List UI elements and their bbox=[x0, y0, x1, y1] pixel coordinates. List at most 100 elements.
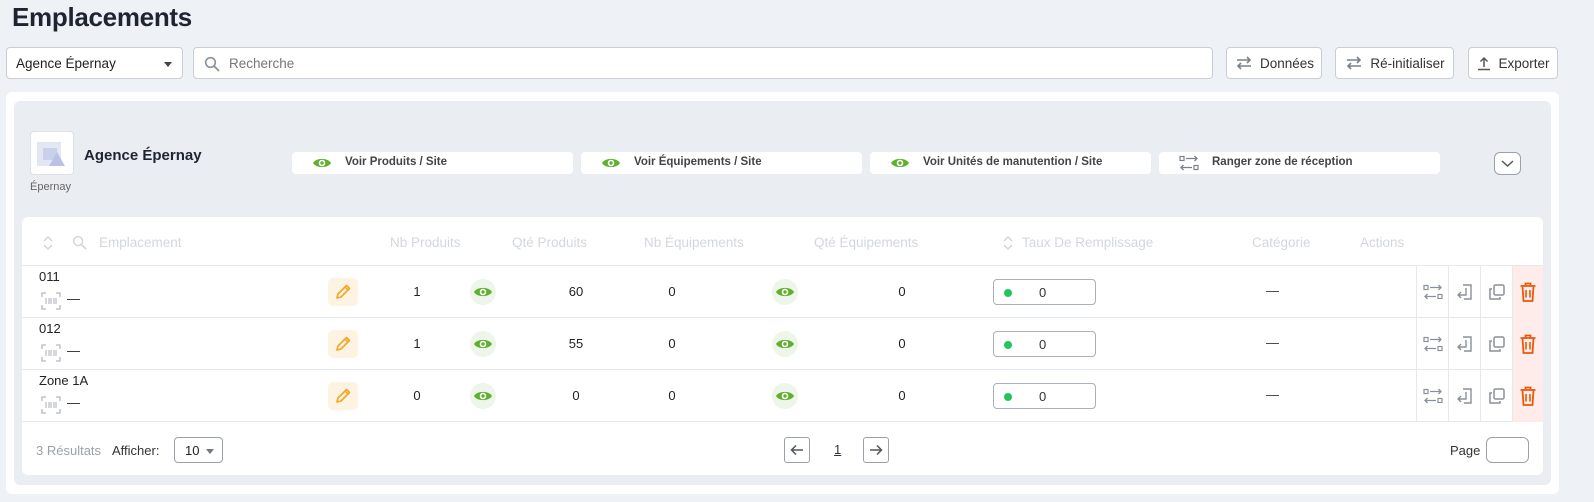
current-page[interactable]: 1 bbox=[834, 442, 841, 457]
view-equipment-row-button[interactable] bbox=[772, 279, 798, 305]
fill-rate-value: 0 bbox=[1039, 337, 1047, 352]
search-icon bbox=[204, 56, 220, 72]
agency-city: Épernay bbox=[30, 181, 71, 193]
edit-button[interactable] bbox=[328, 278, 358, 306]
page-jump-input[interactable] bbox=[1486, 437, 1529, 463]
fill-rate-field: 0 bbox=[993, 331, 1096, 357]
trash-icon bbox=[1520, 386, 1536, 406]
eye-icon bbox=[776, 287, 794, 297]
reset-button[interactable]: Ré-initialiser bbox=[1335, 47, 1454, 79]
view-handling-units-button[interactable]: Voir Unités de manutention / Site bbox=[870, 152, 1151, 174]
barcode-icon bbox=[41, 292, 61, 310]
transfer-icon bbox=[1422, 388, 1443, 404]
status-dot bbox=[1004, 393, 1012, 401]
prev-page-button[interactable] bbox=[784, 437, 810, 463]
agency-panel: Agence Épernay Épernay Voir Produits / S… bbox=[6, 92, 1559, 494]
reset-button-label: Ré-initialiser bbox=[1370, 55, 1445, 71]
duplicate-icon bbox=[1488, 284, 1505, 300]
data-button[interactable]: Données bbox=[1226, 47, 1322, 79]
view-equipment-row-button[interactable] bbox=[772, 383, 798, 409]
column-header-actions: Actions bbox=[1360, 235, 1405, 250]
category-value: — bbox=[1266, 387, 1279, 402]
transfer-icon bbox=[1179, 155, 1199, 171]
move-in-button[interactable] bbox=[1448, 266, 1480, 318]
fill-rate-value: 0 bbox=[1039, 389, 1047, 404]
location-barcode: — bbox=[67, 291, 80, 306]
search-input[interactable] bbox=[229, 48, 1189, 78]
move-in-icon bbox=[1456, 336, 1472, 352]
view-handling-units-label: Voir Unités de manutention / Site bbox=[923, 156, 1103, 168]
swap-icon bbox=[1236, 56, 1252, 70]
eye-icon bbox=[313, 158, 331, 168]
edit-button[interactable] bbox=[328, 382, 358, 410]
eye-icon bbox=[474, 287, 492, 297]
category-value: — bbox=[1266, 283, 1279, 298]
next-page-button[interactable] bbox=[863, 437, 889, 463]
collapse-button[interactable] bbox=[1494, 152, 1521, 175]
sort-icon[interactable] bbox=[1002, 235, 1014, 251]
delete-button[interactable] bbox=[1512, 370, 1543, 422]
agency-select[interactable]: Agence Épernay bbox=[6, 47, 183, 79]
view-equipment-button[interactable]: Voir Équipements / Site bbox=[581, 152, 862, 174]
transfer-button[interactable] bbox=[1416, 370, 1448, 422]
view-products-row-button[interactable] bbox=[470, 383, 496, 409]
move-in-icon bbox=[1456, 388, 1472, 404]
page-size-value: 10 bbox=[185, 443, 200, 458]
view-products-button[interactable]: Voir Produits / Site bbox=[292, 152, 573, 174]
eye-icon bbox=[474, 339, 492, 349]
pencil-icon bbox=[336, 388, 351, 403]
barcode-icon bbox=[41, 344, 61, 362]
transfer-button[interactable] bbox=[1416, 266, 1448, 318]
column-header-category: Catégorie bbox=[1252, 235, 1311, 250]
store-reception-button[interactable]: Ranger zone de réception bbox=[1159, 152, 1440, 174]
duplicate-button[interactable] bbox=[1480, 266, 1512, 318]
view-equipment-row-button[interactable] bbox=[772, 331, 798, 357]
caret-down-icon bbox=[206, 449, 214, 454]
duplicate-button[interactable] bbox=[1480, 370, 1512, 422]
view-products-row-button[interactable] bbox=[470, 279, 496, 305]
qty-products-value: 60 bbox=[568, 284, 584, 299]
swap-icon bbox=[1347, 56, 1362, 70]
search-icon[interactable] bbox=[72, 235, 87, 250]
location-barcode: — bbox=[67, 343, 80, 358]
nb-equipment-value: 0 bbox=[668, 336, 676, 351]
transfer-button[interactable] bbox=[1416, 318, 1448, 370]
store-reception-label: Ranger zone de réception bbox=[1212, 156, 1353, 168]
view-products-row-button[interactable] bbox=[470, 331, 496, 357]
table-row: 012 — 1 55 0 0 0 — bbox=[22, 318, 1543, 370]
view-products-label: Voir Produits / Site bbox=[345, 156, 448, 168]
page-jump-label: Page bbox=[1450, 443, 1481, 458]
eye-icon bbox=[602, 158, 620, 168]
view-equipment-label: Voir Équipements / Site bbox=[634, 156, 762, 168]
location-barcode: — bbox=[67, 395, 80, 410]
nb-products-value: 1 bbox=[413, 336, 421, 351]
move-in-icon bbox=[1456, 284, 1472, 300]
nb-products-value: 1 bbox=[413, 284, 421, 299]
chevron-down-icon bbox=[1501, 160, 1514, 168]
sort-icon[interactable] bbox=[42, 235, 54, 251]
eye-icon bbox=[776, 339, 794, 349]
move-in-button[interactable] bbox=[1448, 318, 1480, 370]
edit-button[interactable] bbox=[328, 330, 358, 358]
toolbar: Agence Épernay Données Ré-initialiser Ex… bbox=[6, 47, 1588, 79]
pencil-icon bbox=[336, 284, 351, 299]
eye-icon bbox=[776, 391, 794, 401]
caret-down-icon bbox=[164, 62, 172, 67]
image-placeholder-icon bbox=[37, 142, 65, 166]
qty-equipment-value: 0 bbox=[898, 388, 906, 403]
page-title: Emplacements bbox=[12, 2, 192, 32]
trash-icon bbox=[1520, 282, 1536, 302]
table-row: Zone 1A — 0 0 0 0 0 — bbox=[22, 370, 1543, 422]
page-size-select[interactable]: 10 bbox=[174, 437, 223, 463]
duplicate-button[interactable] bbox=[1480, 318, 1512, 370]
column-header-fill-rate: Taux De Remplissage bbox=[1022, 235, 1154, 250]
location-name: 011 bbox=[39, 269, 60, 284]
export-button[interactable]: Exporter bbox=[1468, 47, 1558, 79]
delete-button[interactable] bbox=[1512, 318, 1543, 370]
results-count: 3 Résultats bbox=[36, 443, 102, 458]
nb-products-value: 0 bbox=[413, 388, 421, 403]
transfer-icon bbox=[1422, 336, 1443, 352]
move-in-button[interactable] bbox=[1448, 370, 1480, 422]
pencil-icon bbox=[336, 336, 351, 351]
delete-button[interactable] bbox=[1512, 266, 1543, 318]
